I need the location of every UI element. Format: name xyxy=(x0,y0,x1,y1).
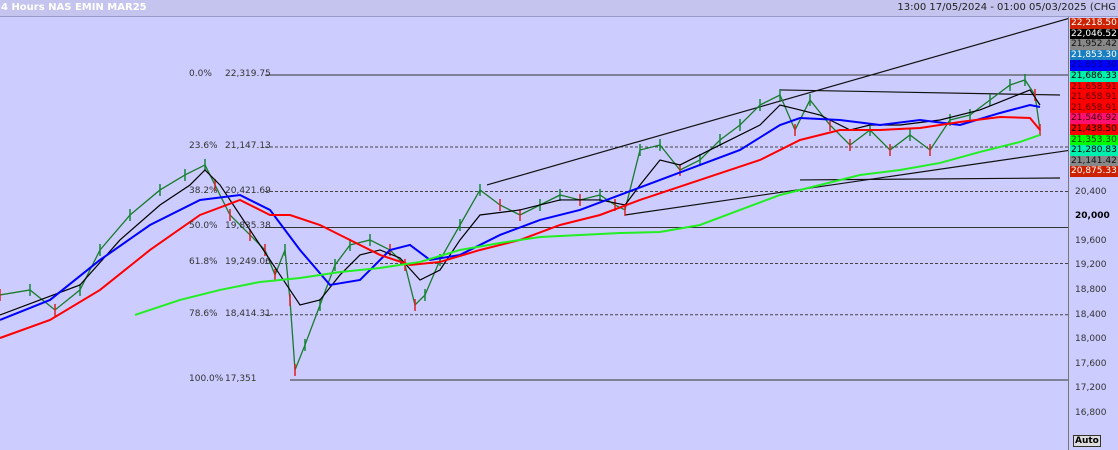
price-badge: 22,218.50 xyxy=(1070,18,1118,29)
fib-price-label: 22,319.75 xyxy=(225,69,271,79)
fib-price-label: 19,835.38 xyxy=(225,221,271,232)
price-axis[interactable]: 20,400 20,000 19,600 19,200 18,800 18,400 18,0… xyxy=(1068,17,1118,450)
price-badge: 21,353.30 xyxy=(1070,134,1118,146)
fib-pct-label: 23.6% xyxy=(189,140,218,151)
price-badge: 21,280.83 xyxy=(1070,145,1118,156)
series-price xyxy=(0,79,1041,371)
fib-pct-label: 100.0% xyxy=(189,373,224,384)
chart-header: 4 Hours NAS EMIN MAR25 13:00 17/05/2024 … xyxy=(0,0,1118,17)
price-badge: 20,875.33 xyxy=(1070,166,1118,177)
axis-tick-label: 19,200 xyxy=(1075,260,1107,271)
price-badge: 21,658.91 xyxy=(1070,92,1118,103)
axis-tick-label: 20,400 xyxy=(1075,186,1107,197)
price-badge: 21,141.42 xyxy=(1070,155,1118,167)
axis-tick-label: 18,800 xyxy=(1075,285,1107,296)
price-badge: 21,952.42 xyxy=(1070,39,1118,50)
price-badge: 21,546.92 xyxy=(1070,113,1118,124)
fib-price-label: 18,414.31 xyxy=(225,308,271,319)
axis-tick-label: 17,600 xyxy=(1075,358,1107,369)
axis-tick-label: 16,800 xyxy=(1075,407,1107,418)
price-badge: 21,438.50 xyxy=(1070,124,1118,135)
fib-pct-label: 38.2% xyxy=(189,185,218,196)
price-badge: 21,853.30 xyxy=(1070,49,1118,61)
date-range: 13:00 17/05/2024 - 01:00 05/03/2025 (CHG xyxy=(897,2,1116,13)
fib-pct-label: 50.0% xyxy=(189,221,218,232)
fib-pct-label: 78.6% xyxy=(189,308,218,319)
axis-tick-label: 20,000 xyxy=(1075,211,1110,222)
chart-title: 4 Hours NAS EMIN MAR25 xyxy=(1,2,147,13)
axis-tick-label: 18,400 xyxy=(1075,309,1107,320)
axis-tick-label: 17,200 xyxy=(1075,383,1107,394)
price-badge: 22,046.52 xyxy=(1070,28,1118,40)
axis-tick-label: 18,000 xyxy=(1075,334,1107,345)
trend-line xyxy=(486,17,1068,186)
fib-price-label: 21,147.13 xyxy=(225,140,271,151)
auto-scale-button[interactable]: Auto xyxy=(1073,435,1101,447)
price-badge: 21,686.33 xyxy=(1070,71,1118,82)
fib-pct-label: 61.8% xyxy=(189,257,218,268)
fib-price-label: 20,421.69 xyxy=(225,185,271,196)
price-chart[interactable] xyxy=(0,17,1068,450)
fib-price-label: 17,351 xyxy=(225,373,257,384)
price-badge: 21,658.91 xyxy=(1070,102,1118,114)
price-badge: 21,658.91 xyxy=(1070,81,1118,93)
fib-price-label: 19,249.06 xyxy=(225,257,271,268)
price-badge: 21,853.30 xyxy=(1070,60,1118,71)
fib-pct-label: 0.0% xyxy=(189,69,212,79)
axis-tick-label: 19,600 xyxy=(1075,235,1107,246)
